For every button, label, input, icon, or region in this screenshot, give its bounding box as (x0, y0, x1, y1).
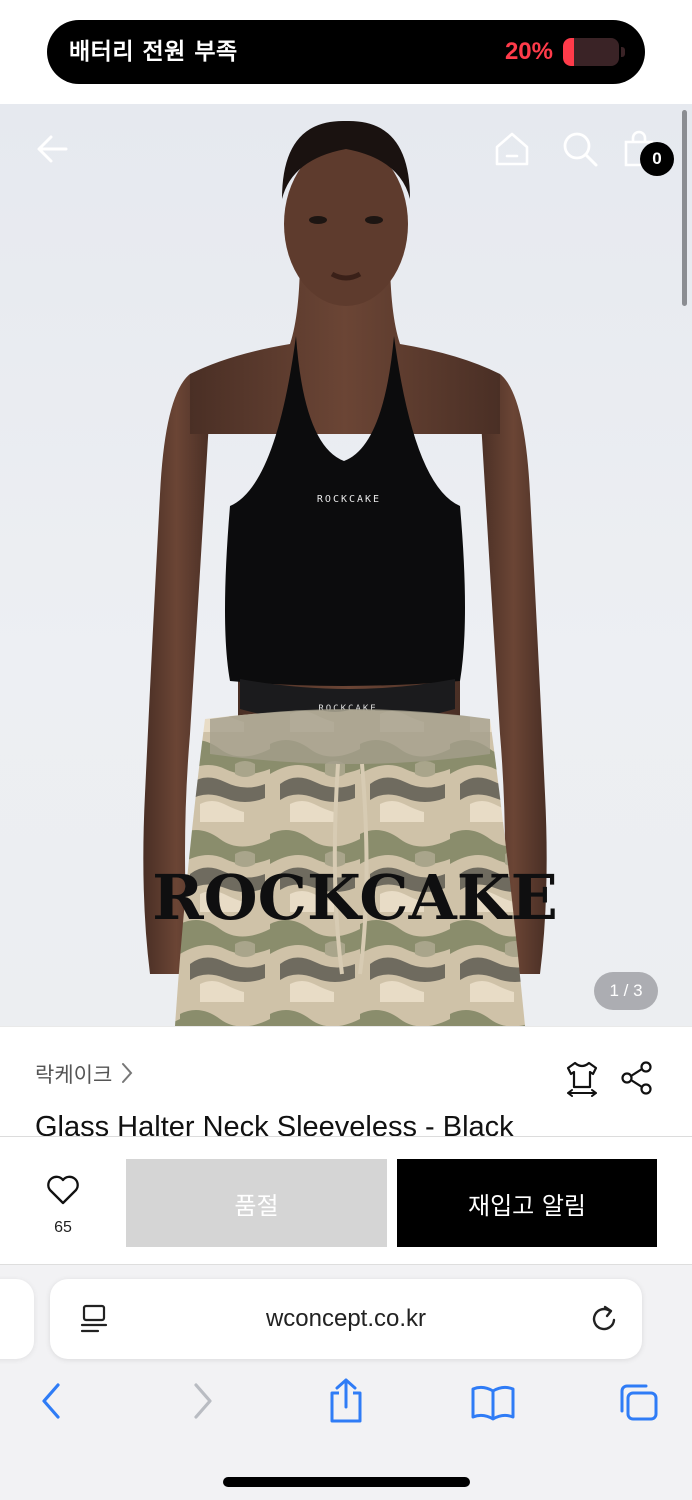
low-battery-message: 배터리 전원 부족 (69, 39, 238, 65)
home-icon[interactable] (493, 130, 531, 168)
share-icon[interactable] (620, 1061, 654, 1095)
browser-chrome: wconcept.co.kr (0, 1264, 692, 1500)
bookmarks-icon[interactable] (469, 1383, 517, 1423)
product-title: Glass Halter Neck Sleeveless - Black (35, 1111, 514, 1136)
product-info: 락케이크 Glass Halter Neck Sleeveless - Blac… (0, 1026, 692, 1136)
arrow-left-icon[interactable] (34, 130, 72, 168)
like-button[interactable]: 65 (30, 1175, 96, 1236)
model-photo: ROCKCAKE ROCKCAKE ROCKCAKE (143, 120, 558, 1026)
page-scrollbar[interactable] (682, 110, 687, 306)
brand-link[interactable]: 락케이크 (35, 1059, 112, 1089)
reload-icon[interactable] (588, 1303, 620, 1335)
sold-out-button[interactable]: 품절 (126, 1159, 387, 1247)
share-icon[interactable] (326, 1377, 366, 1425)
search-icon[interactable] (561, 130, 599, 168)
status-area: 배터리 전원 부족 20% (0, 0, 692, 104)
url-text[interactable]: wconcept.co.kr (50, 1279, 642, 1359)
product-image-gallery[interactable]: ROCKCAKE ROCKCAKE ROCKCAKE 0 1 / 3 (0, 104, 692, 1026)
battery-percent: 20% (504, 38, 553, 65)
cart-count-badge: 0 (640, 142, 674, 176)
size-guide-icon[interactable] (564, 1059, 600, 1097)
home-indicator[interactable] (223, 1477, 470, 1487)
tabs-icon[interactable] (616, 1381, 662, 1425)
purchase-bar: 65 품절 재입고 알림 (0, 1136, 692, 1264)
address-bar[interactable]: wconcept.co.kr (50, 1279, 642, 1359)
image-pager: 1 / 3 (594, 972, 658, 1010)
low-battery-banner[interactable]: 배터리 전원 부족 20% (47, 20, 645, 84)
battery-icon (563, 38, 627, 66)
top-logo-print: ROCKCAKE (317, 494, 381, 505)
pants-logo-print: ROCKCAKE (152, 861, 558, 934)
like-count: 65 (54, 1219, 72, 1236)
heart-icon (47, 1175, 79, 1205)
back-icon[interactable] (36, 1381, 68, 1421)
product-header: 0 (0, 104, 692, 194)
chevron-right-icon (122, 1063, 133, 1083)
previous-tab-preview[interactable] (0, 1279, 34, 1359)
restock-alert-button[interactable]: 재입고 알림 (397, 1159, 657, 1247)
forward-icon[interactable] (186, 1381, 218, 1421)
